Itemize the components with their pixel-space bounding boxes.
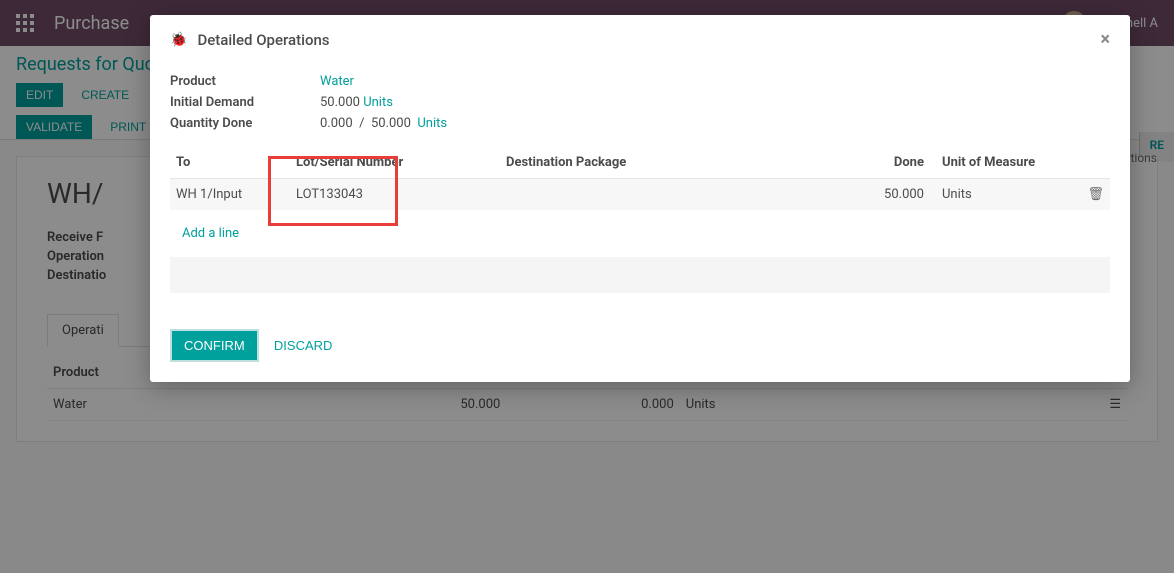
detail-row[interactable]: WH 1/Input LOT133043 50.000 Units 🗑 bbox=[170, 179, 1110, 211]
detail-table: To Lot/Serial Number Destination Package… bbox=[170, 147, 1110, 293]
col-lot: Lot/Serial Number bbox=[290, 147, 500, 179]
qty-done-label: Quantity Done bbox=[170, 116, 320, 131]
delete-icon[interactable]: 🗑 bbox=[1087, 187, 1104, 202]
cell-uom: Units bbox=[930, 179, 1080, 211]
col-pkg: Destination Package bbox=[500, 147, 860, 179]
product-value[interactable]: Water bbox=[320, 74, 354, 89]
product-label: Product bbox=[170, 74, 320, 89]
confirm-button[interactable]: CONFIRM bbox=[170, 329, 259, 362]
col-done: Done bbox=[860, 147, 930, 179]
initial-demand-value: 50.000 bbox=[320, 95, 360, 110]
qty-done-value: 0.000 bbox=[320, 116, 353, 131]
qty-unit[interactable]: Units bbox=[417, 116, 447, 131]
bug-icon[interactable]: 🐞 bbox=[170, 32, 187, 48]
cell-done[interactable]: 50.000 bbox=[860, 179, 930, 211]
cell-pkg[interactable] bbox=[500, 179, 860, 211]
col-uom: Unit of Measure bbox=[930, 147, 1080, 179]
cell-lot[interactable]: LOT133043 bbox=[290, 179, 500, 211]
col-to: To bbox=[170, 147, 290, 179]
initial-demand-unit[interactable]: Units bbox=[363, 95, 393, 110]
cell-to: WH 1/Input bbox=[170, 179, 290, 211]
initial-demand-label: Initial Demand bbox=[170, 95, 320, 110]
add-line-link[interactable]: Add a line bbox=[176, 218, 245, 249]
close-icon[interactable]: × bbox=[1100, 29, 1110, 50]
discard-button[interactable]: DISCARD bbox=[262, 331, 345, 360]
qty-total-value: 50.000 bbox=[371, 116, 411, 131]
modal-title: Detailed Operations bbox=[197, 31, 1100, 49]
modal-dialog: 🐞 Detailed Operations × Product Water In… bbox=[150, 15, 1130, 382]
